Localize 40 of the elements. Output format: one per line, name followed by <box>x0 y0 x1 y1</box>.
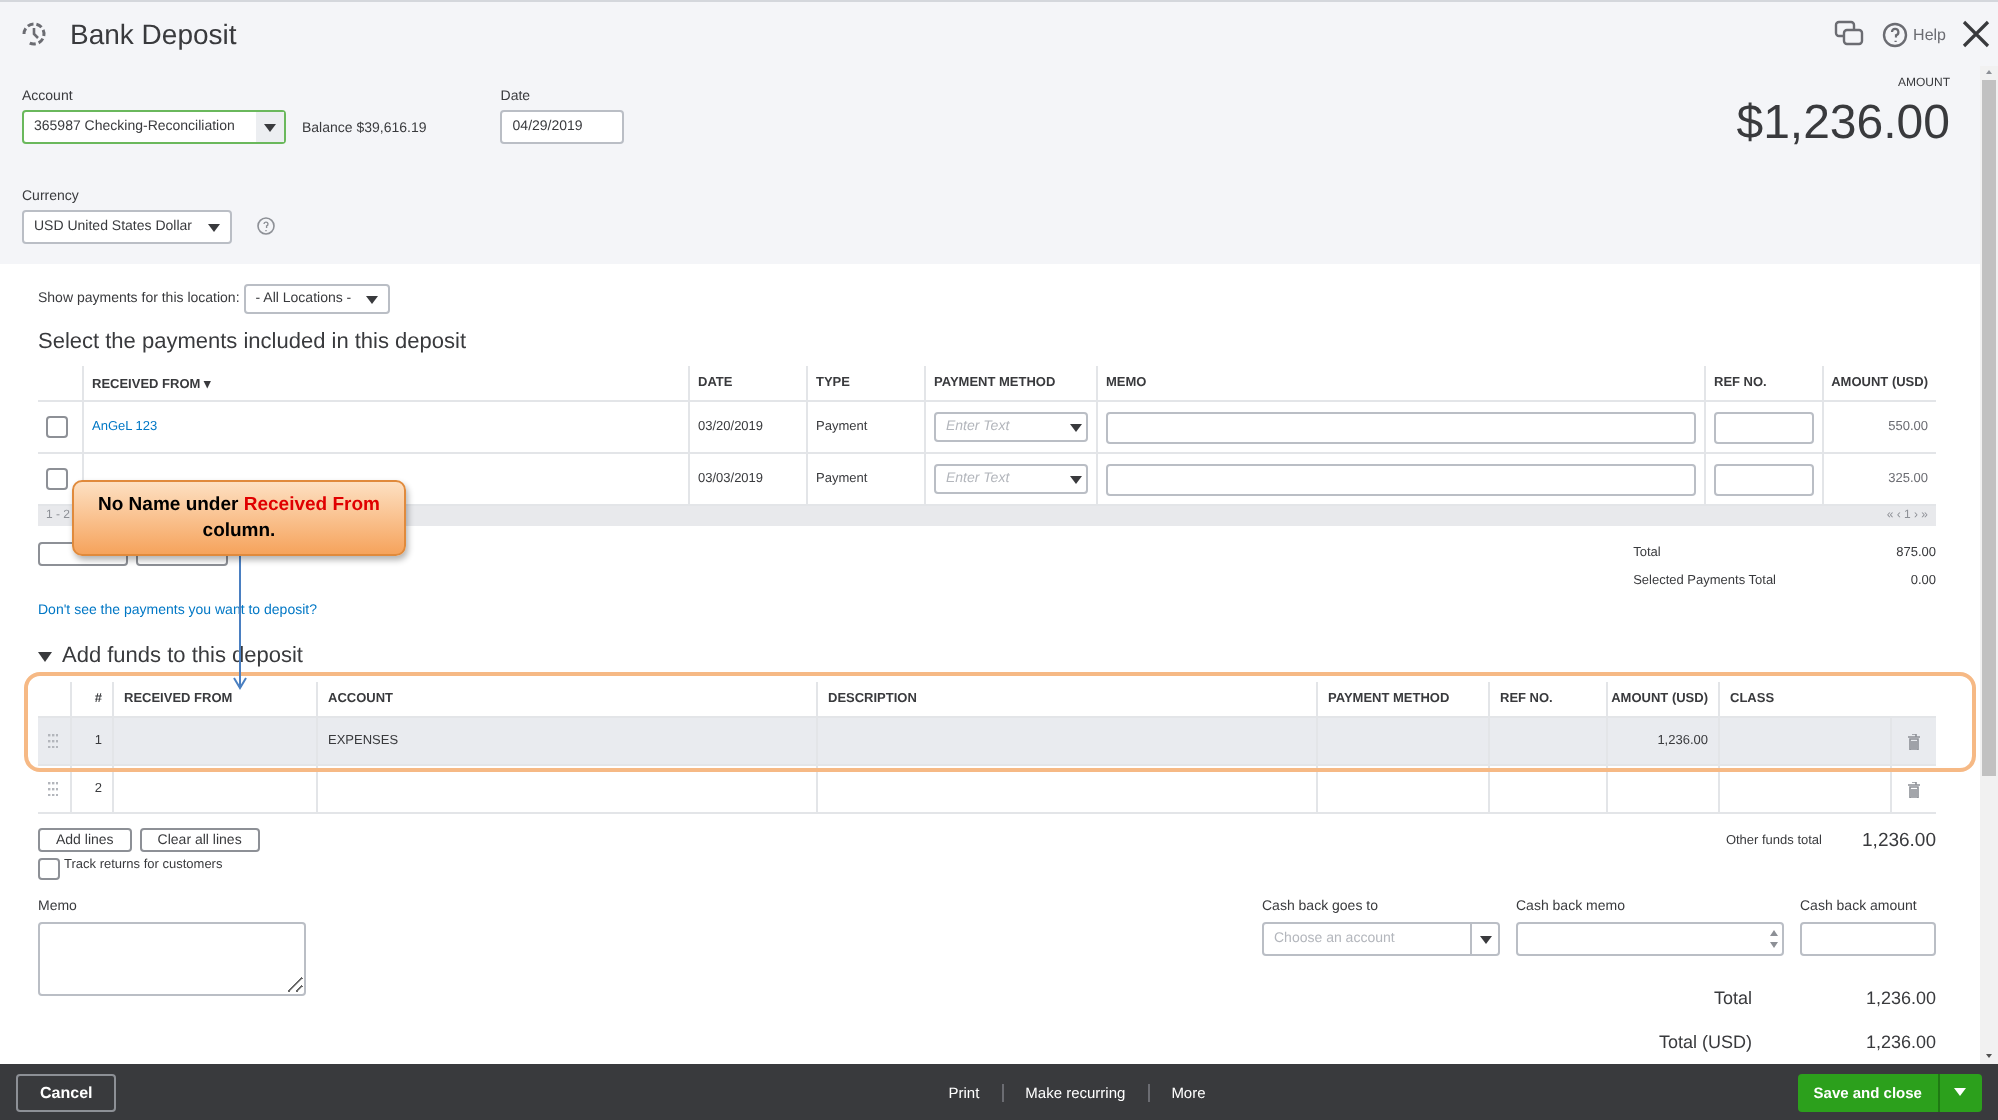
caret-icon <box>365 295 378 303</box>
collapse-icon[interactable] <box>38 651 52 661</box>
window-title: Bank Deposit <box>70 18 237 50</box>
memo-field[interactable] <box>1106 411 1696 443</box>
spinner-icon <box>1770 930 1778 948</box>
drag-handle-icon[interactable] <box>48 782 58 796</box>
caret-icon <box>1954 1088 1967 1096</box>
close-icon[interactable] <box>1962 20 1990 48</box>
cancel-button[interactable]: Cancel <box>16 1073 117 1111</box>
help-link[interactable]: Help <box>1913 25 1946 43</box>
memo-field[interactable] <box>1106 463 1696 495</box>
save-options-button[interactable] <box>1937 1073 1982 1111</box>
total-value: 1,236.00 <box>1865 988 1936 1008</box>
drag-handle-icon[interactable] <box>48 734 58 748</box>
section-heading: Select the payments included in this deposit <box>38 330 469 354</box>
other-funds-value: 1,236.00 <box>1862 829 1936 851</box>
caret-icon <box>1070 475 1082 483</box>
amount-total: $1,236.00 <box>1736 96 1950 152</box>
ref-field[interactable] <box>1714 463 1814 495</box>
memo-field[interactable] <box>38 922 306 996</box>
total-label: Total <box>1713 988 1752 1008</box>
total-label: Total (USD) <box>1658 1032 1752 1052</box>
info-icon <box>256 216 276 236</box>
chat-icon[interactable] <box>1833 20 1866 48</box>
total-value: 1,236.00 <box>1865 1032 1936 1052</box>
row-checkbox[interactable] <box>46 468 68 490</box>
caret-icon <box>264 123 276 131</box>
note-tooltip: No Name under Received From column. <box>72 480 406 556</box>
trash-icon[interactable] <box>1908 733 1920 749</box>
help-icon[interactable] <box>1881 21 1908 47</box>
trash-icon[interactable] <box>1908 781 1920 797</box>
row-checkbox[interactable] <box>46 416 68 438</box>
ref-field[interactable] <box>1714 411 1814 443</box>
cash-back-memo-field[interactable] <box>1516 922 1784 956</box>
caret-icon <box>1479 935 1491 943</box>
cash-back-amount-field[interactable] <box>1800 922 1936 956</box>
track-returns-checkbox[interactable] <box>38 858 60 880</box>
caret-icon <box>208 223 220 231</box>
history-icon <box>18 18 50 50</box>
caret-icon <box>1070 423 1082 431</box>
